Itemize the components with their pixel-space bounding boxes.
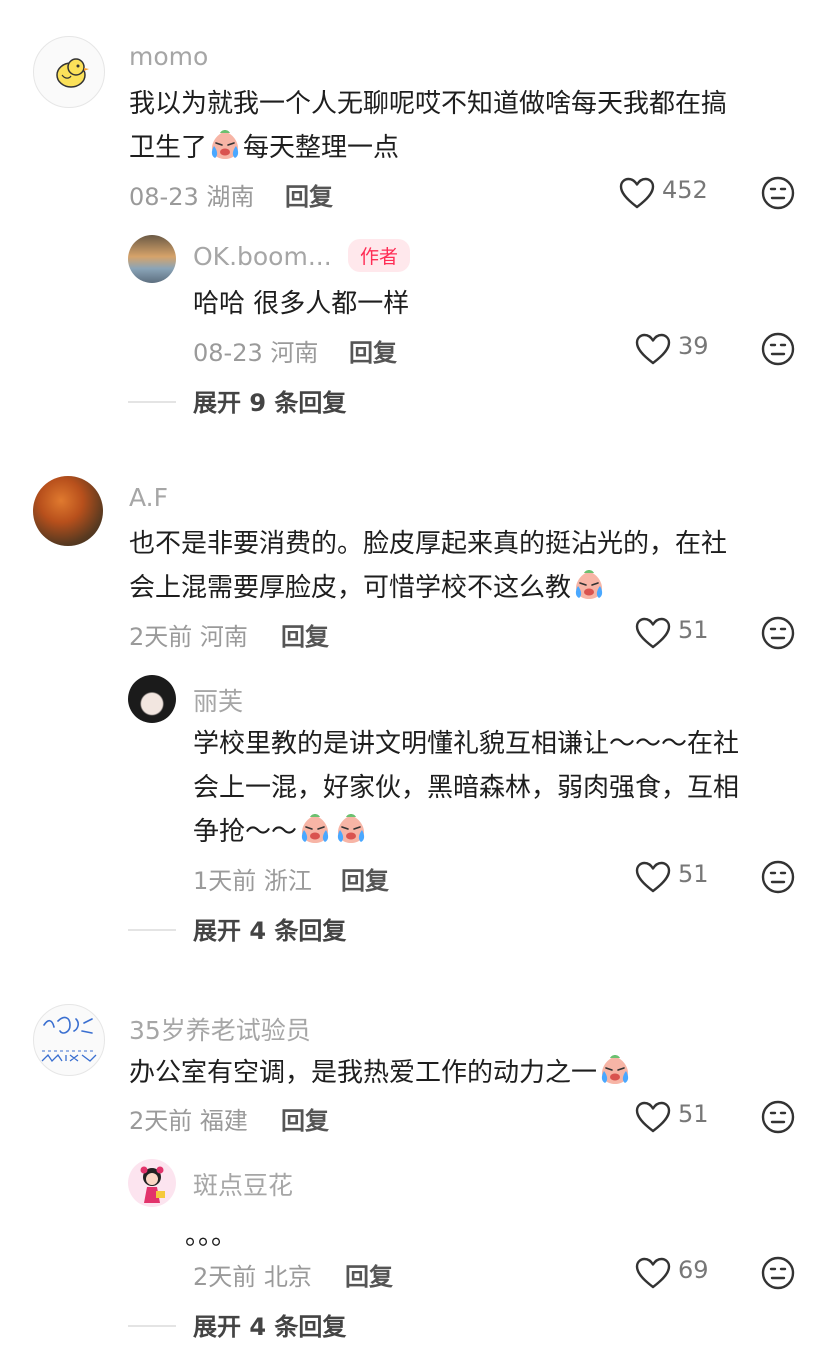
comment-text: 我以为就我一个人无聊呢哎不知道做啥每天我都在搞 卫生了 每天整理一点 bbox=[129, 89, 728, 163]
like-count: 39 bbox=[678, 332, 709, 360]
divider bbox=[128, 1325, 176, 1327]
avatar[interactable] bbox=[33, 476, 103, 546]
reply-button[interactable]: 回复 bbox=[341, 861, 389, 896]
reply-button[interactable]: 回复 bbox=[285, 177, 333, 212]
dislike-face-icon[interactable] bbox=[761, 860, 795, 894]
dislike-face-icon[interactable] bbox=[761, 616, 795, 650]
like-count: 51 bbox=[678, 1100, 709, 1128]
heart-icon[interactable] bbox=[619, 177, 655, 209]
avatar[interactable] bbox=[128, 675, 176, 723]
comment-username[interactable]: momo bbox=[129, 42, 208, 71]
reply-username[interactable]: OK.boom... bbox=[193, 242, 332, 271]
comment-meta: 08-23 湖南 bbox=[129, 183, 255, 211]
avatar[interactable] bbox=[33, 1004, 105, 1076]
reply-meta: 1天前 浙江 bbox=[193, 867, 312, 895]
heart-icon[interactable] bbox=[635, 1101, 671, 1133]
like-count: 51 bbox=[678, 616, 709, 644]
reply-username[interactable]: 丽芙 bbox=[193, 682, 243, 718]
dislike-face-icon[interactable] bbox=[761, 1256, 795, 1290]
dislike-face-icon[interactable] bbox=[761, 1100, 795, 1134]
expand-replies-button[interactable]: 展开 4 条回复 bbox=[193, 1307, 346, 1342]
reply-button[interactable]: 回复 bbox=[345, 1257, 393, 1292]
heart-icon[interactable] bbox=[635, 1257, 671, 1289]
crying-emoji bbox=[334, 812, 368, 846]
like-count: 452 bbox=[662, 176, 708, 204]
doodle-icon bbox=[41, 1016, 97, 1063]
comment-text: 办公室有空调，是我热爱工作的动力之一 bbox=[129, 1051, 809, 1095]
crying-emoji bbox=[572, 568, 606, 602]
expand-replies-button[interactable]: 展开 4 条回复 bbox=[193, 911, 346, 946]
reply-meta: 08-23 河南 bbox=[193, 339, 319, 367]
author-badge: 作者 bbox=[348, 239, 411, 272]
comment-username[interactable]: A.F bbox=[129, 483, 168, 512]
expand-replies-button[interactable]: 展开 9 条回复 bbox=[193, 383, 346, 418]
avatar[interactable] bbox=[128, 1159, 176, 1207]
crying-emoji bbox=[598, 1053, 632, 1087]
dislike-face-icon[interactable] bbox=[761, 176, 795, 210]
cartoon-girl-icon bbox=[140, 1166, 165, 1203]
like-count: 69 bbox=[678, 1256, 709, 1284]
divider bbox=[128, 401, 176, 403]
reply-text: 。。。 bbox=[185, 1221, 238, 1251]
avatar[interactable] bbox=[33, 36, 105, 108]
comment-meta: 2天前 福建 bbox=[129, 1107, 248, 1135]
comment-meta: 2天前 河南 bbox=[129, 623, 248, 651]
reply-meta: 2天前 北京 bbox=[193, 1263, 312, 1291]
reply-text: 学校里教的是讲文明懂礼貌互相谦让～～～在社 会上一混，好家伙，黑暗森林，弱肉强食… bbox=[193, 729, 740, 847]
avatar[interactable] bbox=[128, 235, 176, 283]
comment-username[interactable]: 35岁养老试验员 bbox=[129, 1011, 311, 1047]
crying-emoji bbox=[208, 128, 242, 162]
reply-button[interactable]: 回复 bbox=[281, 617, 329, 652]
dislike-face-icon[interactable] bbox=[761, 332, 795, 366]
divider bbox=[128, 929, 176, 931]
reply-button[interactable]: 回复 bbox=[281, 1101, 329, 1136]
reply-text: 哈哈 很多人都一样 bbox=[193, 289, 410, 319]
reply-username[interactable]: 斑点豆花 bbox=[193, 1166, 293, 1202]
heart-icon[interactable] bbox=[635, 861, 671, 893]
reply-button[interactable]: 回复 bbox=[349, 333, 397, 368]
heart-icon[interactable] bbox=[635, 617, 671, 649]
crying-emoji bbox=[298, 812, 332, 846]
comment-text: 也不是非要消费的。脸皮厚起来真的挺沾光的，在社 会上混需要厚脸皮，可惜学校不这么… bbox=[129, 529, 728, 603]
chick-icon bbox=[56, 58, 89, 88]
like-count: 51 bbox=[678, 860, 709, 888]
heart-icon[interactable] bbox=[635, 333, 671, 365]
